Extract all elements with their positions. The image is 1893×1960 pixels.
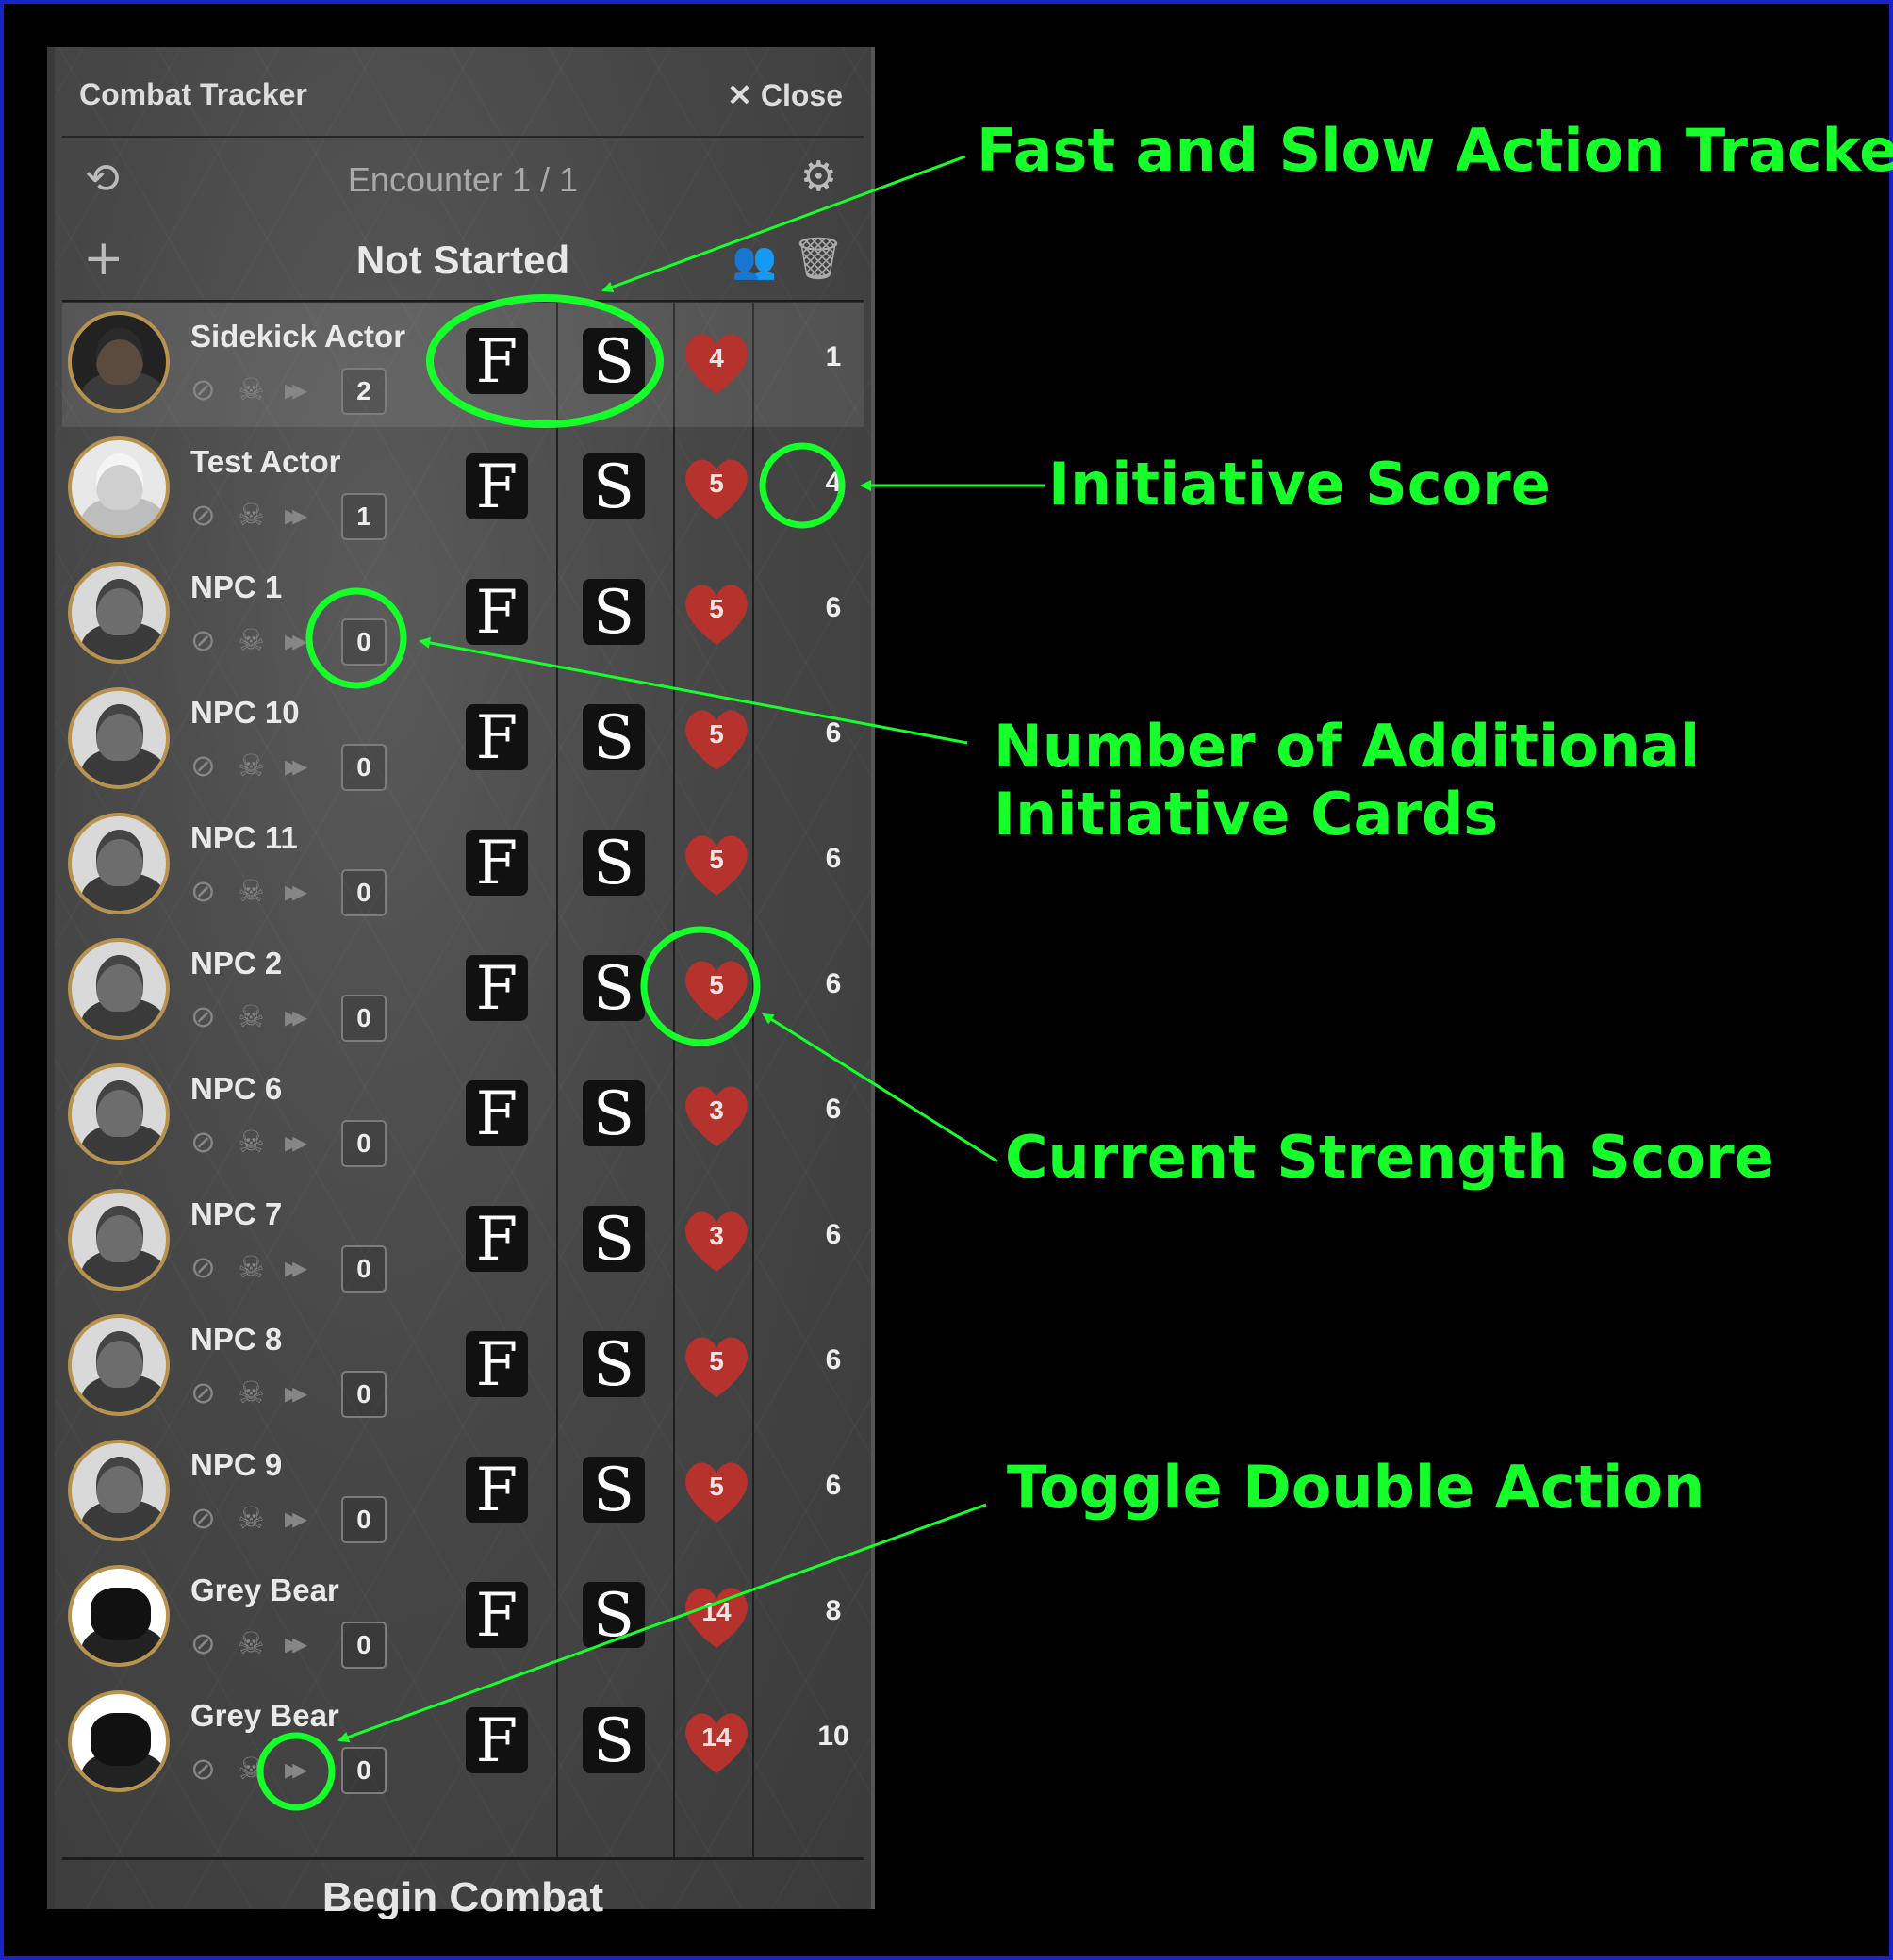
fast-slow-label: Fast and Slow Action Tracker bbox=[977, 116, 1893, 185]
strength-highlight bbox=[640, 926, 761, 1046]
annotation-overlay bbox=[256, 155, 1045, 1811]
initiative-label: Initiative Score bbox=[1048, 450, 1551, 519]
cards-arrow bbox=[419, 636, 968, 745]
double-action-arrow bbox=[337, 1503, 987, 1743]
cards-highlight bbox=[305, 587, 407, 689]
fast-slow-highlight bbox=[426, 294, 664, 428]
cards-label-line1: Number of Additional bbox=[994, 712, 1701, 781]
fast-slow-arrow bbox=[601, 155, 966, 293]
cards-label-line2: Initiative Cards bbox=[994, 780, 1499, 848]
strength-label: Current Strength Score bbox=[1005, 1123, 1774, 1192]
double-action-label: Toggle Double Action bbox=[1007, 1453, 1705, 1522]
strength-arrow bbox=[762, 1013, 998, 1163]
double-action-highlight bbox=[256, 1732, 336, 1811]
initiative-highlight bbox=[759, 442, 846, 529]
